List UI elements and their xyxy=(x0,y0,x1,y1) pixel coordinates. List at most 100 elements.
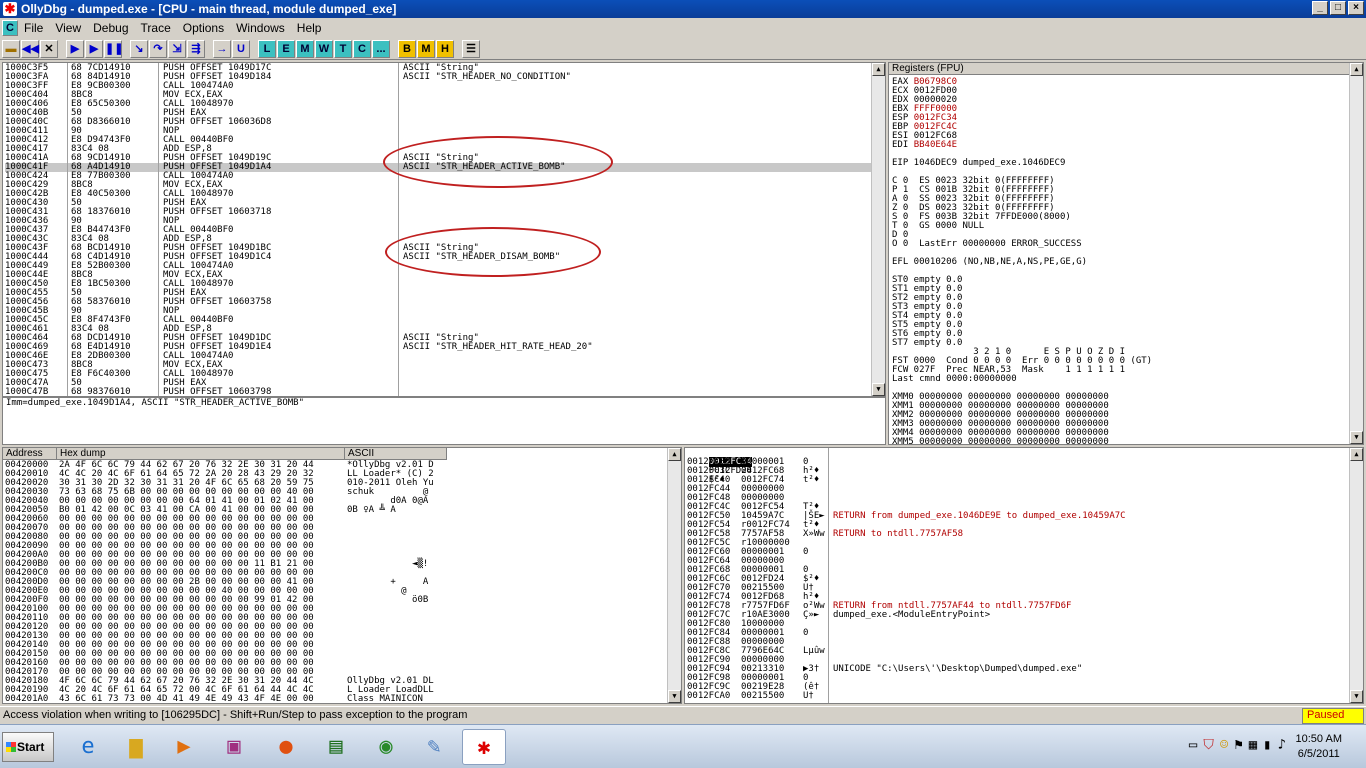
stack-row[interactable]: 0012FCA0 00215500 U† xyxy=(687,692,1347,701)
patches-window-button[interactable]: ... xyxy=(372,39,390,58)
clock[interactable]: 10:50 AM 6/5/2011 xyxy=(1296,732,1342,762)
stack-row[interactable]: 0012FC60 00000001 0 xyxy=(687,548,1347,557)
stack-row[interactable]: 0012FC44 00000000 xyxy=(687,485,1347,494)
disasm-row[interactable]: 1000C404 8BC8 MOV ECX,EAX xyxy=(5,91,871,100)
register-row[interactable]: ESP 0012FC34 xyxy=(892,114,1347,123)
disasm-row[interactable]: 1000C47B 68 98376010 PUSH OFFSET 10603798 xyxy=(5,388,871,397)
dump-row[interactable]: 004201A0 43 6C 61 73 73 00 4D 41 49 4E 49… xyxy=(5,695,665,704)
maximize-button[interactable]: □ xyxy=(1330,1,1346,15)
stack-row[interactable]: 0012FC84 00000001 0 xyxy=(687,629,1347,638)
registers-scrollbar[interactable]: ▲ ▼ xyxy=(1349,63,1363,444)
tray-shield-icon[interactable]: ⛉ xyxy=(1203,737,1214,753)
disasm-row[interactable]: 1000C40C 68 D8366010 PUSH OFFSET 106036D8 xyxy=(5,118,871,127)
dump-header-ascii[interactable]: ASCII xyxy=(345,448,447,460)
xmm-row[interactable]: XMM5 00000000 00000000 00000000 00000000 xyxy=(892,438,1347,445)
registers-pane[interactable]: Registers (FPU) EAX B06798C0 ECX 0012FD00… xyxy=(888,62,1364,445)
modules-window-button[interactable]: E xyxy=(277,39,295,58)
log-window-button[interactable]: L xyxy=(258,39,276,58)
stack-row[interactable]: 0012FC54 r0012FC74 t²♦ xyxy=(687,521,1347,530)
run-thread-icon[interactable]: ▶ xyxy=(85,39,103,58)
restart-icon[interactable]: ◀◀ xyxy=(21,39,39,58)
threads-window-button[interactable]: T xyxy=(334,39,352,58)
dump-header-address[interactable]: Address xyxy=(3,448,57,460)
stack-row[interactable]: 0012FC38 00000001 0 xyxy=(687,458,1347,467)
eip-row[interactable]: EIP 1046DEC9 dumped_exe.1046DEC9 xyxy=(892,159,1347,168)
stack-row[interactable]: 0012FC40 0012FC74 t²♦ xyxy=(687,476,1347,485)
close-button[interactable]: × xyxy=(1348,1,1364,15)
disasm-row[interactable]: 1000C3FA 68 84D14910 PUSH OFFSET 1049D184 A… xyxy=(5,73,871,82)
disasm-row[interactable]: 1000C455 50 PUSH EAX xyxy=(5,289,871,298)
stack-row[interactable]: 0012FC64 00000000 xyxy=(687,557,1347,566)
menu-help[interactable]: Help xyxy=(291,21,328,35)
disasm-row[interactable]: 1000C45C E8 8F4743F0 CALL 00440BF0 xyxy=(5,316,871,325)
stack-row[interactable]: 0012FC5C r10000000 xyxy=(687,539,1347,548)
execute-till-return-icon[interactable]: → xyxy=(213,39,231,58)
hardware-breakpoints-button[interactable]: H xyxy=(436,39,454,58)
disasm-row[interactable]: 1000C456 68 58376010 PUSH OFFSET 10603758 xyxy=(5,298,871,307)
dump-pane[interactable]: Address Hex dump ASCII 00420000 2A 4F 6C … xyxy=(2,447,682,704)
system-monitor-icon[interactable]: ▤ xyxy=(314,729,358,765)
stack-row[interactable]: 0012FC80 10000000 xyxy=(687,620,1347,629)
disasm-row[interactable]: 1000C47A 50 PUSH EAX xyxy=(5,379,871,388)
disasm-row[interactable]: 1000C450 E8 1BC50300 CALL 10048970 xyxy=(5,280,871,289)
disasm-row[interactable]: 1000C475 E8 F6C40300 CALL 10048970 xyxy=(5,370,871,379)
stack-row[interactable]: 0012FC98 00000001 0 xyxy=(687,674,1347,683)
close-debuggee-icon[interactable]: ✕ xyxy=(40,39,58,58)
stack-row[interactable]: 0012FC88 00000000 xyxy=(687,638,1347,647)
trace-into-icon[interactable]: ⇲ xyxy=(168,39,186,58)
explorer-folder-icon[interactable]: ▆ xyxy=(114,729,158,765)
register-row[interactable]: ESI 0012FC68 xyxy=(892,132,1347,141)
register-value[interactable]: BB40E64E xyxy=(914,140,957,150)
menu-file[interactable]: File xyxy=(18,21,49,35)
step-over-icon[interactable]: ↷ xyxy=(149,39,167,58)
breakpoints-window-button[interactable]: B xyxy=(398,39,416,58)
media-player-icon[interactable]: ▶ xyxy=(162,729,206,765)
register-row[interactable]: EDX 00000020 xyxy=(892,96,1347,105)
disasm-row[interactable]: 1000C431 68 18376010 PUSH OFFSET 10603718 xyxy=(5,208,871,217)
menu-options[interactable]: Options xyxy=(177,21,230,35)
list-icon[interactable]: ☰ xyxy=(462,39,480,58)
cpu-window-button[interactable]: C xyxy=(353,39,371,58)
windows-window-button[interactable]: W xyxy=(315,39,333,58)
stack-row[interactable]: 0012FC48 00000000 xyxy=(687,494,1347,503)
tray-window-icon[interactable]: ▭ xyxy=(1189,737,1197,753)
menu-view[interactable]: View xyxy=(49,21,87,35)
ollydbg-taskbar-icon[interactable]: ✱ xyxy=(462,729,506,765)
stack-row[interactable]: 0012FC6C 0012FD24 $²♦ xyxy=(687,575,1347,584)
stack-row[interactable]: 0012FC68 00000001 0 xyxy=(687,566,1347,575)
tray-volume-icon[interactable]: ♪ xyxy=(1278,737,1286,753)
tray-people-icon[interactable]: ☺ xyxy=(1220,737,1228,753)
stack-row[interactable]: 0012FC7C r10AE3000 Ç»► dumped_exe.<ModuleEn… xyxy=(687,611,1347,620)
pause-icon[interactable]: ❚❚ xyxy=(104,39,123,58)
stack-pane[interactable]: 0012FC34 0012FD24 $²♦ 0012FC38 00000001 0 0… xyxy=(684,447,1364,704)
disasm-row[interactable]: 1000C42B E8 40C50300 CALL 10048970 xyxy=(5,190,871,199)
paint-icon[interactable]: ✎ xyxy=(412,729,456,765)
disassembly-scrollbar[interactable]: ▲ ▼ xyxy=(871,63,885,396)
disasm-row[interactable]: 1000C40B 50 PUSH EAX xyxy=(5,109,871,118)
tray-power-icon[interactable]: ▮ xyxy=(1263,737,1271,753)
disasm-row[interactable]: 1000C411 90 NOP xyxy=(5,127,871,136)
menu-windows[interactable]: Windows xyxy=(230,21,291,35)
internet-explorer-icon[interactable]: e xyxy=(66,729,110,765)
stack-row[interactable]: 0012FC8C 7796E64C Lµûw xyxy=(687,647,1347,656)
disassembly-pane[interactable]: 1000C3F5 68 7CD14910 PUSH OFFSET 1049D17C A… xyxy=(2,62,886,397)
open-icon[interactable]: ▬ xyxy=(2,39,20,58)
step-into-icon[interactable]: ↘ xyxy=(130,39,148,58)
flag-row[interactable]: T 0 GS 0000 NULL xyxy=(892,222,1347,231)
register-row[interactable]: ECX 0012FD00 xyxy=(892,87,1347,96)
winrar-icon[interactable]: ▣ xyxy=(212,729,256,765)
dump-header-hex[interactable]: Hex dump xyxy=(57,448,345,460)
disasm-row[interactable]: 1000C45B 90 NOP xyxy=(5,307,871,316)
start-button[interactable]: Start xyxy=(2,732,54,762)
stack-row[interactable]: 0012FC9C 00219E28 (ê† xyxy=(687,683,1347,692)
menu-trace[interactable]: Trace xyxy=(135,21,177,35)
memory-window-button[interactable]: M xyxy=(296,39,314,58)
disasm-row[interactable]: 1000C469 68 E4D14910 PUSH OFFSET 1049D1E4 A… xyxy=(5,343,871,352)
disasm-row[interactable]: 1000C3FF E8 9CB00300 CALL 100474A0 xyxy=(5,82,871,91)
dump-scrollbar[interactable]: ▲ ▼ xyxy=(667,448,681,703)
disasm-row[interactable]: 1000C406 E8 65C50300 CALL 10048970 xyxy=(5,100,871,109)
trace-over-icon[interactable]: ⇶ xyxy=(187,39,205,58)
run-icon[interactable]: ▶ xyxy=(66,39,84,58)
register-row[interactable]: EAX B06798C0 xyxy=(892,78,1347,87)
tray-network-icon[interactable]: ▦ xyxy=(1249,737,1257,753)
